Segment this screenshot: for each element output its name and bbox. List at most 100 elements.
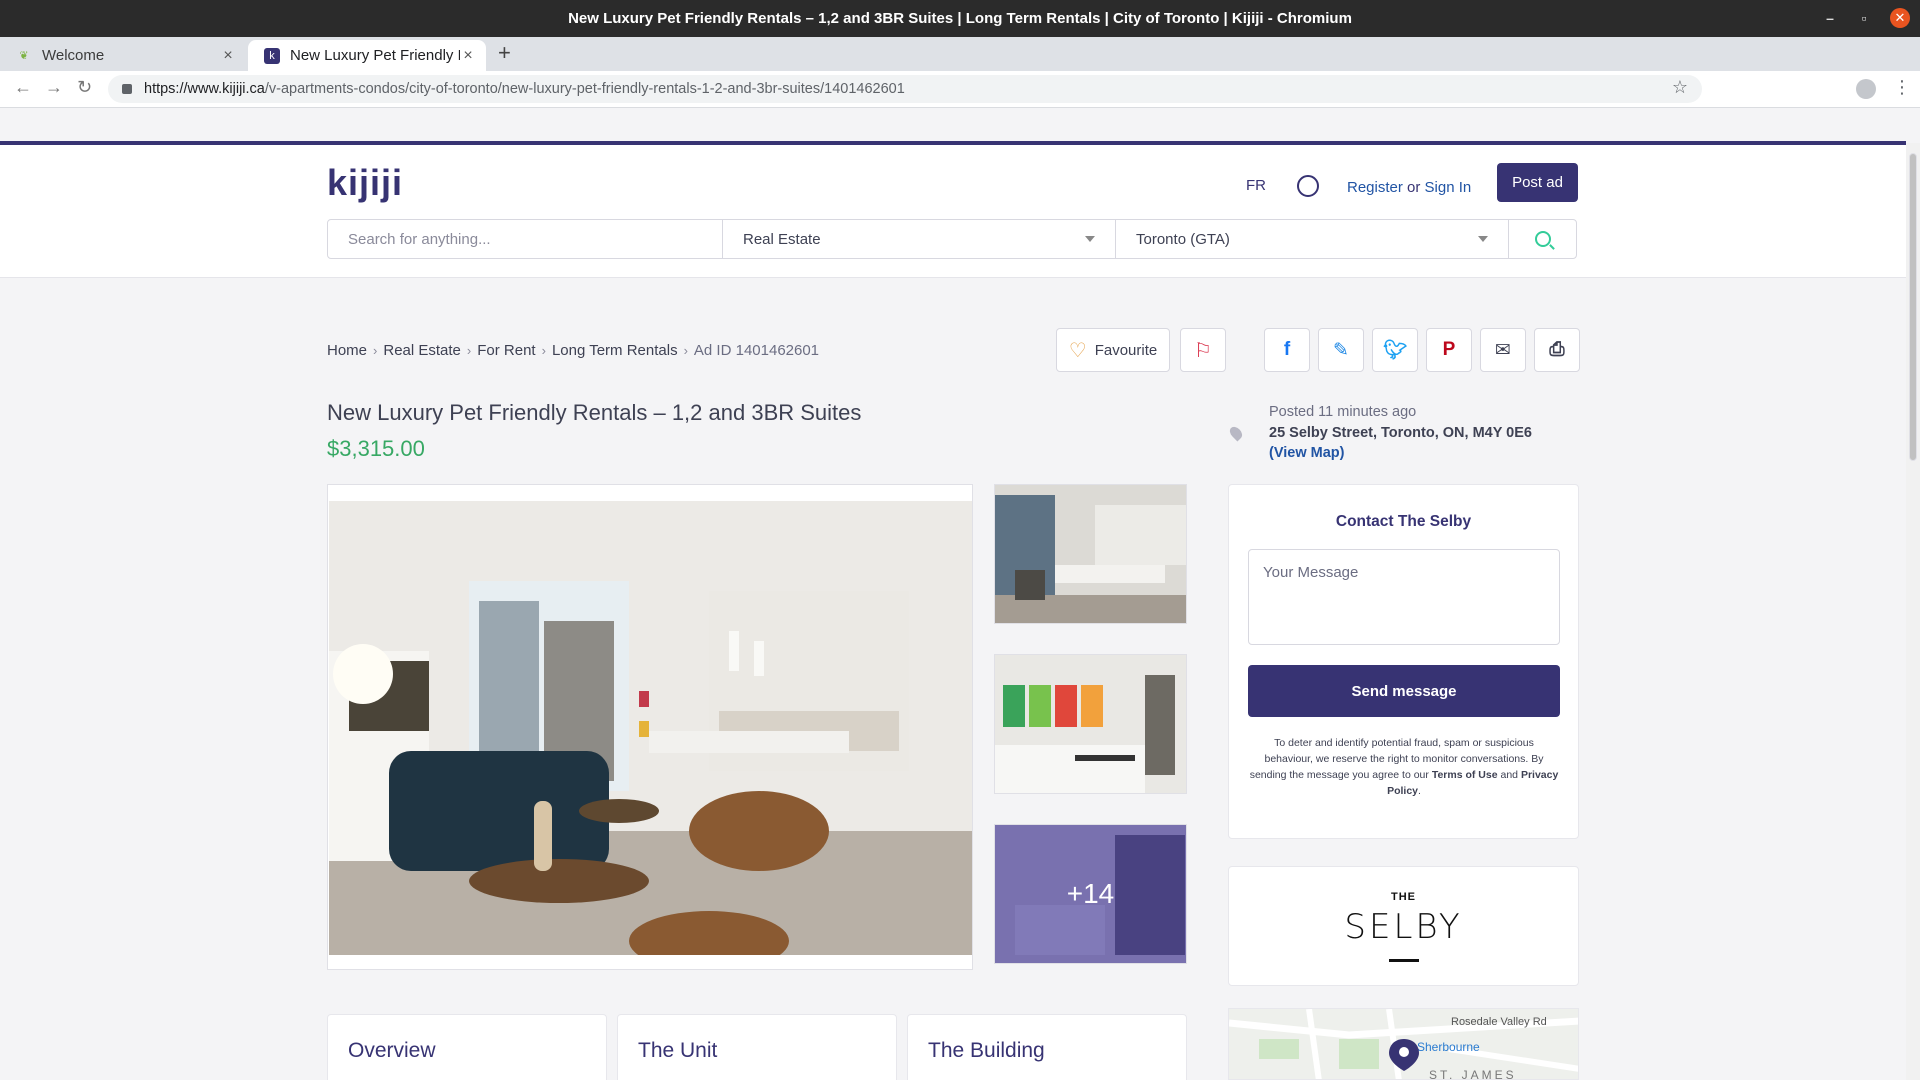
- share-email-button[interactable]: ✉: [1480, 328, 1526, 372]
- language-toggle[interactable]: FR: [1246, 177, 1266, 194]
- bedroom-photo: [995, 655, 1186, 793]
- brand-the: THE: [1391, 891, 1416, 903]
- window-controls: – ▫ ✕: [1822, 8, 1910, 28]
- auth-links: Register or Sign In: [1347, 179, 1471, 196]
- breadcrumb-home[interactable]: Home: [327, 342, 367, 359]
- chevron-down-icon: [1085, 236, 1095, 242]
- share-messenger-button[interactable]: ✎: [1318, 328, 1364, 372]
- sign-in-link[interactable]: Sign In: [1425, 179, 1472, 196]
- profile-icon[interactable]: [1856, 79, 1876, 99]
- location-select[interactable]: Toronto (GTA): [1116, 220, 1509, 258]
- favourite-button[interactable]: ♡ Favourite: [1056, 328, 1170, 372]
- restore-icon[interactable]: ▫: [1856, 10, 1872, 26]
- lock-icon: [122, 84, 132, 94]
- share-facebook-button[interactable]: f: [1264, 328, 1310, 372]
- map-label-station: Sherbourne: [1417, 1040, 1480, 1054]
- share-pinterest-button[interactable]: P: [1426, 328, 1472, 372]
- contact-card: Contact The Selby Your Message Send mess…: [1228, 484, 1579, 839]
- kijiji-favicon: k: [264, 47, 280, 64]
- tab-strip: ❦ Welcome × k New Luxury Pet Friendly Re…: [0, 37, 1920, 71]
- tab-title: New Luxury Pet Friendly Re: [290, 47, 460, 64]
- flag-icon: ⚐: [1194, 339, 1212, 362]
- toolbar: ← → ↻ https://www.kijiji.ca/v-apartments…: [0, 71, 1920, 108]
- url-path: /v-apartments-condos/city-of-toronto/new…: [264, 81, 905, 97]
- thumbnail-photo[interactable]: [994, 654, 1187, 794]
- forward-icon[interactable]: →: [45, 77, 63, 98]
- or-text: or: [1407, 179, 1421, 196]
- close-tab-icon[interactable]: ×: [460, 47, 476, 65]
- messenger-icon: ✎: [1333, 339, 1349, 361]
- more-photos-thumbnail[interactable]: +14: [994, 824, 1187, 964]
- facebook-icon: f: [1283, 339, 1291, 360]
- location-pin-icon: [1227, 424, 1245, 442]
- search-button[interactable]: [1509, 220, 1576, 258]
- tab-kijiji-listing[interactable]: k New Luxury Pet Friendly Re ×: [248, 40, 486, 71]
- terms-link[interactable]: Terms of Use: [1432, 769, 1498, 781]
- url-host: https://www.kijiji.ca: [144, 81, 265, 97]
- location-value: Toronto (GTA): [1136, 230, 1230, 248]
- main-photo[interactable]: [327, 484, 973, 970]
- posted-time: Posted 11 minutes ago: [1269, 404, 1417, 420]
- map-graphic: Rosedale Valley Rd Sherbourne ST. JAMES: [1229, 1009, 1578, 1080]
- tab-the-unit[interactable]: The Unit: [617, 1014, 897, 1080]
- kijiji-logo[interactable]: kijiji: [327, 162, 403, 204]
- brand-underline: [1389, 959, 1419, 962]
- living-room-photo: [329, 501, 972, 955]
- breadcrumb-long-term-rentals[interactable]: Long Term Rentals: [552, 342, 678, 359]
- email-icon: ✉: [1495, 339, 1511, 361]
- breadcrumb-for-rent[interactable]: For Rent: [477, 342, 535, 359]
- heart-icon: ♡: [1068, 339, 1087, 362]
- map-label-street: Rosedale Valley Rd: [1451, 1016, 1547, 1028]
- browser-menu-icon[interactable]: ⋮: [1893, 77, 1911, 98]
- bookmark-star-icon[interactable]: ☆: [1672, 77, 1688, 98]
- contact-title: Contact The Selby: [1335, 513, 1472, 530]
- send-message-button[interactable]: Send message: [1248, 665, 1560, 717]
- leaf-icon: ❦: [19, 50, 29, 62]
- printer-icon: ⎙: [1549, 339, 1565, 360]
- location-map[interactable]: Rosedale Valley Rd Sherbourne ST. JAMES: [1228, 1008, 1579, 1080]
- listing-title: New Luxury Pet Friendly Rentals – 1,2 an…: [327, 400, 862, 425]
- view-map-link[interactable]: (View Map): [1269, 445, 1344, 461]
- search-bar: Search for anything... Real Estate Toron…: [327, 219, 1577, 259]
- tab-overview[interactable]: Overview: [327, 1014, 607, 1080]
- listing-price: $3,315.00: [327, 436, 425, 461]
- minimize-icon[interactable]: –: [1822, 10, 1838, 26]
- map-label-area: ST. JAMES: [1429, 1068, 1517, 1080]
- window-title: New Luxury Pet Friendly Rentals – 1,2 an…: [568, 10, 1352, 27]
- kitchen-photo: [995, 485, 1186, 623]
- breadcrumb-real-estate[interactable]: Real Estate: [383, 342, 461, 359]
- close-window-icon[interactable]: ✕: [1890, 8, 1910, 28]
- tab-welcome[interactable]: ❦ Welcome ×: [0, 40, 246, 71]
- disclaimer-text: To deter and identify potential fraud, s…: [1249, 737, 1559, 797]
- window-titlebar: New Luxury Pet Friendly Rentals – 1,2 an…: [0, 0, 1920, 37]
- share-twitter-button[interactable]: 🐦︎: [1372, 328, 1418, 372]
- chat-icon[interactable]: [1297, 175, 1319, 197]
- tab-the-building[interactable]: The Building: [907, 1014, 1187, 1080]
- print-button[interactable]: ⎙: [1534, 328, 1580, 372]
- more-photos-count: +14: [995, 825, 1186, 963]
- breadcrumb: Home › Real Estate › For Rent › Long Term R…: [327, 342, 820, 359]
- back-icon[interactable]: ←: [14, 77, 32, 98]
- message-textarea[interactable]: Your Message: [1248, 549, 1560, 645]
- ad-id: Ad ID 1401462601: [693, 342, 820, 359]
- new-tab-icon[interactable]: +: [498, 40, 511, 66]
- site-header: kijiji FR Register or Sign In Post ad Se…: [0, 141, 1906, 278]
- page-scrollbar[interactable]: [1906, 143, 1920, 1080]
- post-ad-button[interactable]: Post ad: [1497, 163, 1578, 202]
- category-select[interactable]: Real Estate: [723, 220, 1116, 258]
- brand-name: SELBY: [1344, 907, 1463, 947]
- advertiser-logo-card[interactable]: THE SELBY: [1228, 866, 1579, 986]
- report-flag-button[interactable]: ⚐: [1180, 328, 1226, 372]
- chevron-down-icon: [1478, 236, 1488, 242]
- url-bar[interactable]: https://www.kijiji.ca/v-apartments-condo…: [108, 75, 1702, 103]
- scrollbar-thumb[interactable]: [1909, 153, 1917, 461]
- search-icon: [1534, 231, 1551, 247]
- thumbnail-photo[interactable]: [994, 484, 1187, 624]
- register-link[interactable]: Register: [1347, 179, 1403, 196]
- category-value: Real Estate: [743, 230, 821, 248]
- reload-icon[interactable]: ↻: [77, 77, 92, 98]
- search-input[interactable]: Search for anything...: [328, 220, 723, 258]
- close-tab-icon[interactable]: ×: [220, 47, 236, 65]
- listing-address: 25 Selby Street, Toronto, ON, M4Y 0E6: [1269, 425, 1532, 441]
- pinterest-icon: P: [1442, 339, 1456, 360]
